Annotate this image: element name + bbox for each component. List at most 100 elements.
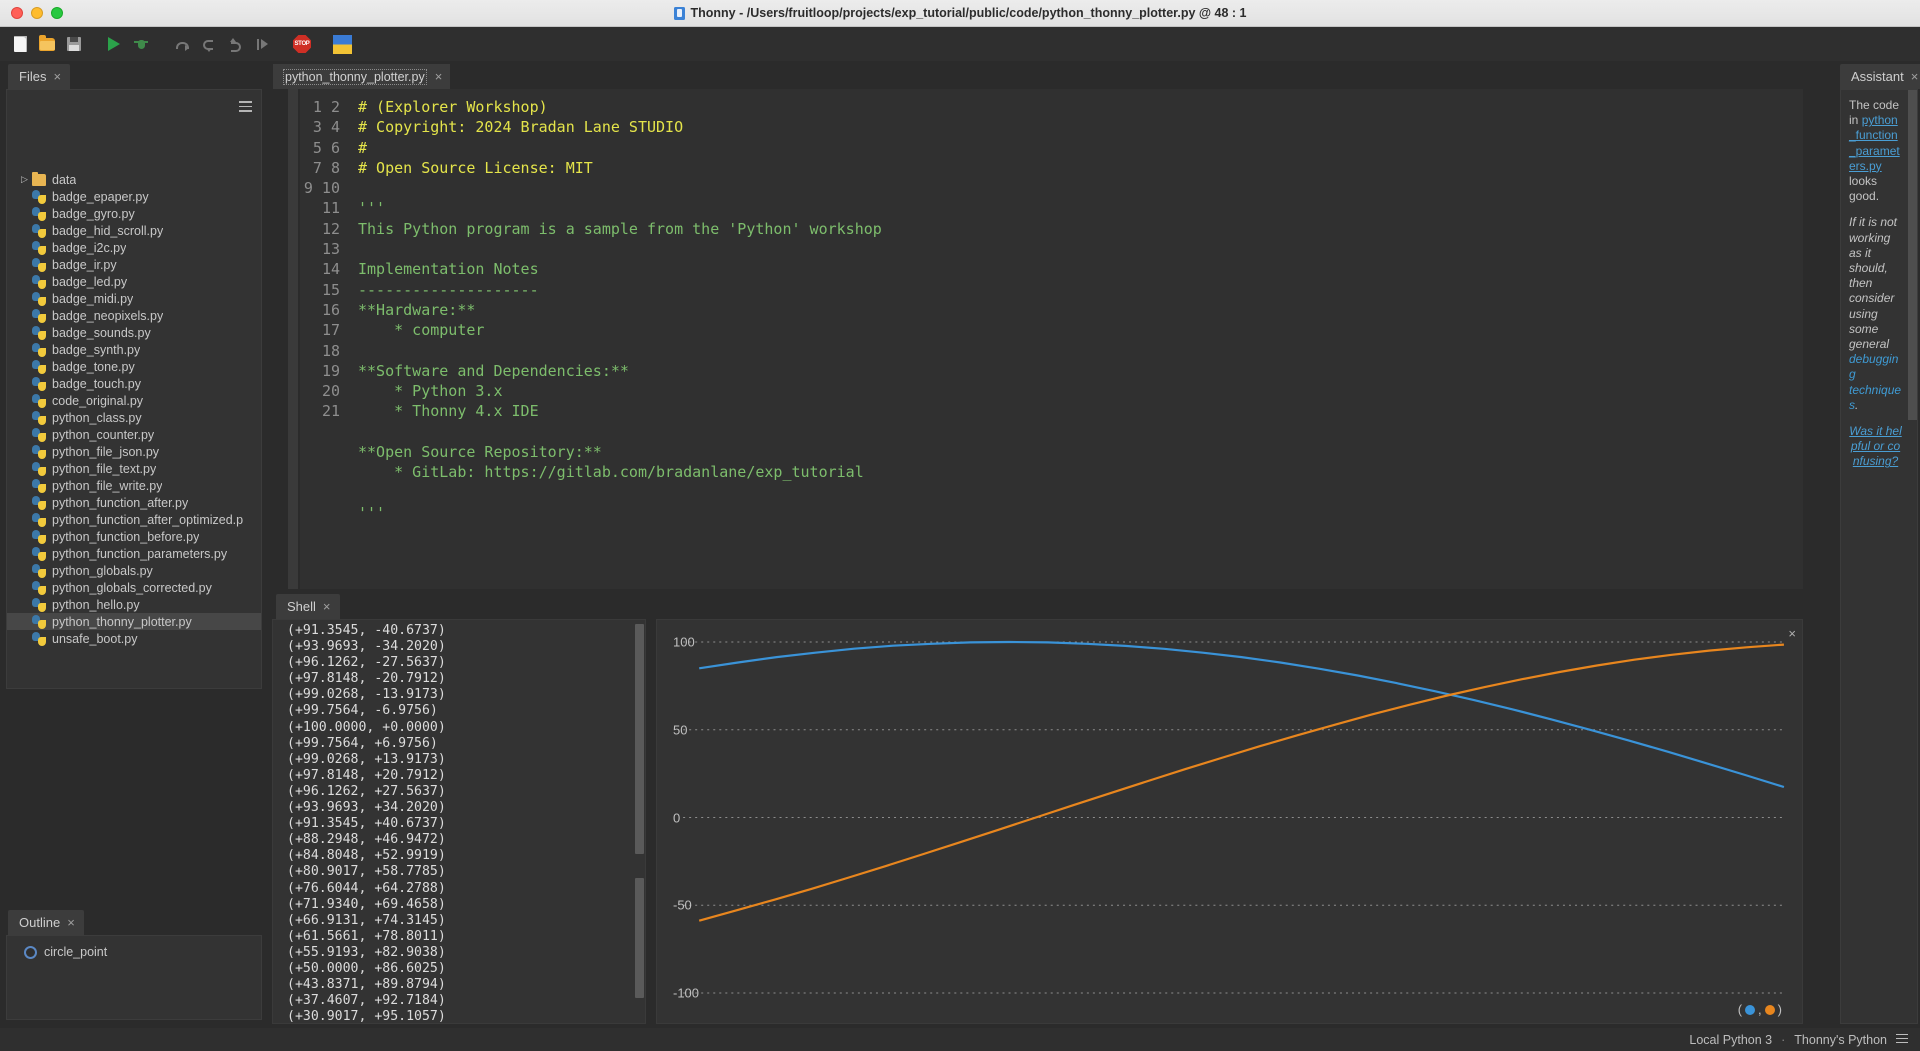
outline-item[interactable]: circle_point	[7, 943, 261, 961]
files-tabstrip: Files ×	[0, 61, 268, 89]
shell-panel[interactable]: (+91.3545, -40.6737) (+93.9693, -34.2020…	[272, 619, 646, 1024]
plot-legend: ( , )	[1738, 1002, 1782, 1017]
file-name: badge_epaper.py	[52, 189, 149, 204]
status-interpreter[interactable]: Local Python 3	[1689, 1033, 1772, 1047]
step-into-icon[interactable]	[196, 32, 220, 56]
close-icon[interactable]: ×	[1911, 70, 1919, 83]
outline-item-label: circle_point	[44, 945, 108, 959]
debug-icon[interactable]	[129, 32, 153, 56]
tab-files[interactable]: Files ×	[8, 64, 71, 89]
file-name: badge_i2c.py	[52, 240, 127, 255]
tab-shell-label: Shell	[287, 599, 316, 614]
file-tree-item[interactable]: ▷python_file_json.py	[7, 443, 261, 460]
editor-scrollbar[interactable]	[288, 89, 298, 589]
window-title: Thonny - /Users/fruitloop/projects/exp_t…	[690, 6, 1247, 20]
stop-icon[interactable]: STOP	[290, 32, 314, 56]
python-file-icon	[32, 189, 46, 204]
file-tree-item[interactable]: ▷badge_midi.py	[7, 290, 261, 307]
file-tree-item[interactable]: ▷badge_gyro.py	[7, 205, 261, 222]
file-tree-item[interactable]: ▷python_function_after_optimized.p	[7, 511, 261, 528]
scrollbar-thumb[interactable]	[1908, 90, 1917, 420]
ukraine-flag-icon[interactable]	[330, 32, 354, 56]
python-file-icon	[32, 444, 46, 459]
file-tree-item[interactable]: ▷badge_synth.py	[7, 341, 261, 358]
resume-icon[interactable]	[250, 32, 274, 56]
file-tree-item[interactable]: ▷badge_i2c.py	[7, 239, 261, 256]
file-tree-item[interactable]: ▷badge_sounds.py	[7, 324, 261, 341]
file-tree-item[interactable]: ▷badge_neopixels.py	[7, 307, 261, 324]
plotter-panel[interactable]: 100 50 0 -50 -100 × ( , )	[656, 619, 1803, 1024]
run-icon[interactable]	[102, 32, 126, 56]
file-tree-item[interactable]: ▷python_counter.py	[7, 426, 261, 443]
file-tree-item[interactable]: ▷python_function_parameters.py	[7, 545, 261, 562]
file-tree-item[interactable]: ▷python_hello.py	[7, 596, 261, 613]
editor-body[interactable]: 1 2 3 4 5 6 7 8 9 10 11 12 13 14 15 16 1…	[300, 89, 1803, 589]
file-name: python_function_before.py	[52, 529, 200, 544]
file-tree-item[interactable]: ▷python_function_after.py	[7, 494, 261, 511]
file-tree-item[interactable]: ▷badge_ir.py	[7, 256, 261, 273]
python-file-icon	[32, 512, 46, 527]
close-icon[interactable]: ×	[1788, 626, 1796, 641]
file-name: python_function_after_optimized.p	[52, 512, 244, 527]
tab-assistant[interactable]: Assistant ×	[1840, 64, 1920, 89]
python-file-icon	[32, 614, 46, 629]
close-icon[interactable]: ×	[67, 916, 75, 929]
new-file-icon[interactable]	[8, 32, 32, 56]
close-icon[interactable]: ×	[53, 70, 61, 83]
code-line: #	[358, 138, 368, 157]
file-tree-item[interactable]: ▷code_original.py	[7, 392, 261, 409]
step-over-icon[interactable]	[169, 32, 193, 56]
file-name: python_file_json.py	[52, 444, 160, 459]
expand-triangle-icon[interactable]: ▷	[21, 174, 32, 185]
circle-symbol-icon	[24, 945, 37, 959]
python-file-icon	[32, 393, 46, 408]
hamburger-icon[interactable]	[1896, 1033, 1908, 1046]
python-file-icon	[32, 461, 46, 476]
file-tree[interactable]: ▷data▷badge_epaper.py▷badge_gyro.py▷badg…	[7, 171, 261, 647]
save-file-icon[interactable]	[62, 32, 86, 56]
file-tree-item[interactable]: ▷unsafe_boot.py	[7, 630, 261, 647]
file-tree-item[interactable]: ▷badge_led.py	[7, 273, 261, 290]
file-tree-item[interactable]: ▷python_file_text.py	[7, 460, 261, 477]
open-file-icon[interactable]	[35, 32, 59, 56]
file-tree-item[interactable]: ▷badge_epaper.py	[7, 188, 261, 205]
file-tree-item[interactable]: ▷python_globals_corrected.py	[7, 579, 261, 596]
status-environment[interactable]: Thonny's Python	[1794, 1033, 1887, 1047]
scrollbar-thumb[interactable]	[635, 624, 644, 854]
python-file-icon	[32, 529, 46, 544]
outline-list[interactable]: circle_point	[7, 943, 261, 961]
file-tree-item[interactable]: ▷badge_tone.py	[7, 358, 261, 375]
tab-outline[interactable]: Outline ×	[8, 910, 84, 935]
file-tree-item[interactable]: ▷badge_touch.py	[7, 375, 261, 392]
close-icon[interactable]: ×	[323, 600, 331, 613]
python-file-icon	[32, 308, 46, 323]
close-icon[interactable]: ×	[435, 70, 443, 83]
file-tree-item[interactable]: ▷python_file_write.py	[7, 477, 261, 494]
hamburger-icon[interactable]	[239, 101, 252, 112]
file-tree-item[interactable]: ▷python_globals.py	[7, 562, 261, 579]
file-tree-item[interactable]: ▷python_thonny_plotter.py	[7, 613, 261, 630]
file-tree-item[interactable]: ▷ data	[7, 171, 261, 188]
y-axis-tick-label: -50	[673, 897, 692, 913]
assistant-scrollbar[interactable]	[1908, 90, 1917, 1023]
file-tree-item[interactable]: ▷python_function_before.py	[7, 528, 261, 545]
left-sidebar: Files × ▷ data▷badge_epaper.py▷badge_gyro…	[0, 61, 268, 1028]
code-line: --------------------	[358, 280, 539, 299]
shell-scrollbar[interactable]	[634, 620, 645, 1023]
title-bar: Thonny - /Users/fruitloop/projects/exp_t…	[0, 0, 1920, 27]
file-tree-item[interactable]: ▷python_class.py	[7, 409, 261, 426]
file-name: python_function_after.py	[52, 495, 189, 510]
tab-python-thonny-plotter[interactable]: python_thonny_plotter.py ×	[273, 64, 451, 89]
file-tree-item[interactable]: ▷badge_hid_scroll.py	[7, 222, 261, 239]
code-editor[interactable]: 1 2 3 4 5 6 7 8 9 10 11 12 13 14 15 16 1…	[272, 89, 1803, 589]
tab-shell[interactable]: Shell ×	[276, 594, 340, 619]
code-line: '''	[358, 503, 386, 522]
step-out-icon[interactable]	[223, 32, 247, 56]
assistant-feedback-link[interactable]: Was it helpful or confusing?	[1849, 424, 1901, 468]
file-name: badge_midi.py	[52, 291, 134, 306]
shell-output[interactable]: (+91.3545, -40.6737) (+93.9693, -34.2020…	[273, 620, 634, 1023]
assistant-tabstrip: Assistant ×	[1838, 61, 1920, 89]
scrollbar-thumb[interactable]	[635, 878, 644, 998]
source-code[interactable]: # (Explorer Workshop) # Copyright: 2024 B…	[346, 89, 1803, 589]
tab-files-label: Files	[19, 69, 47, 84]
